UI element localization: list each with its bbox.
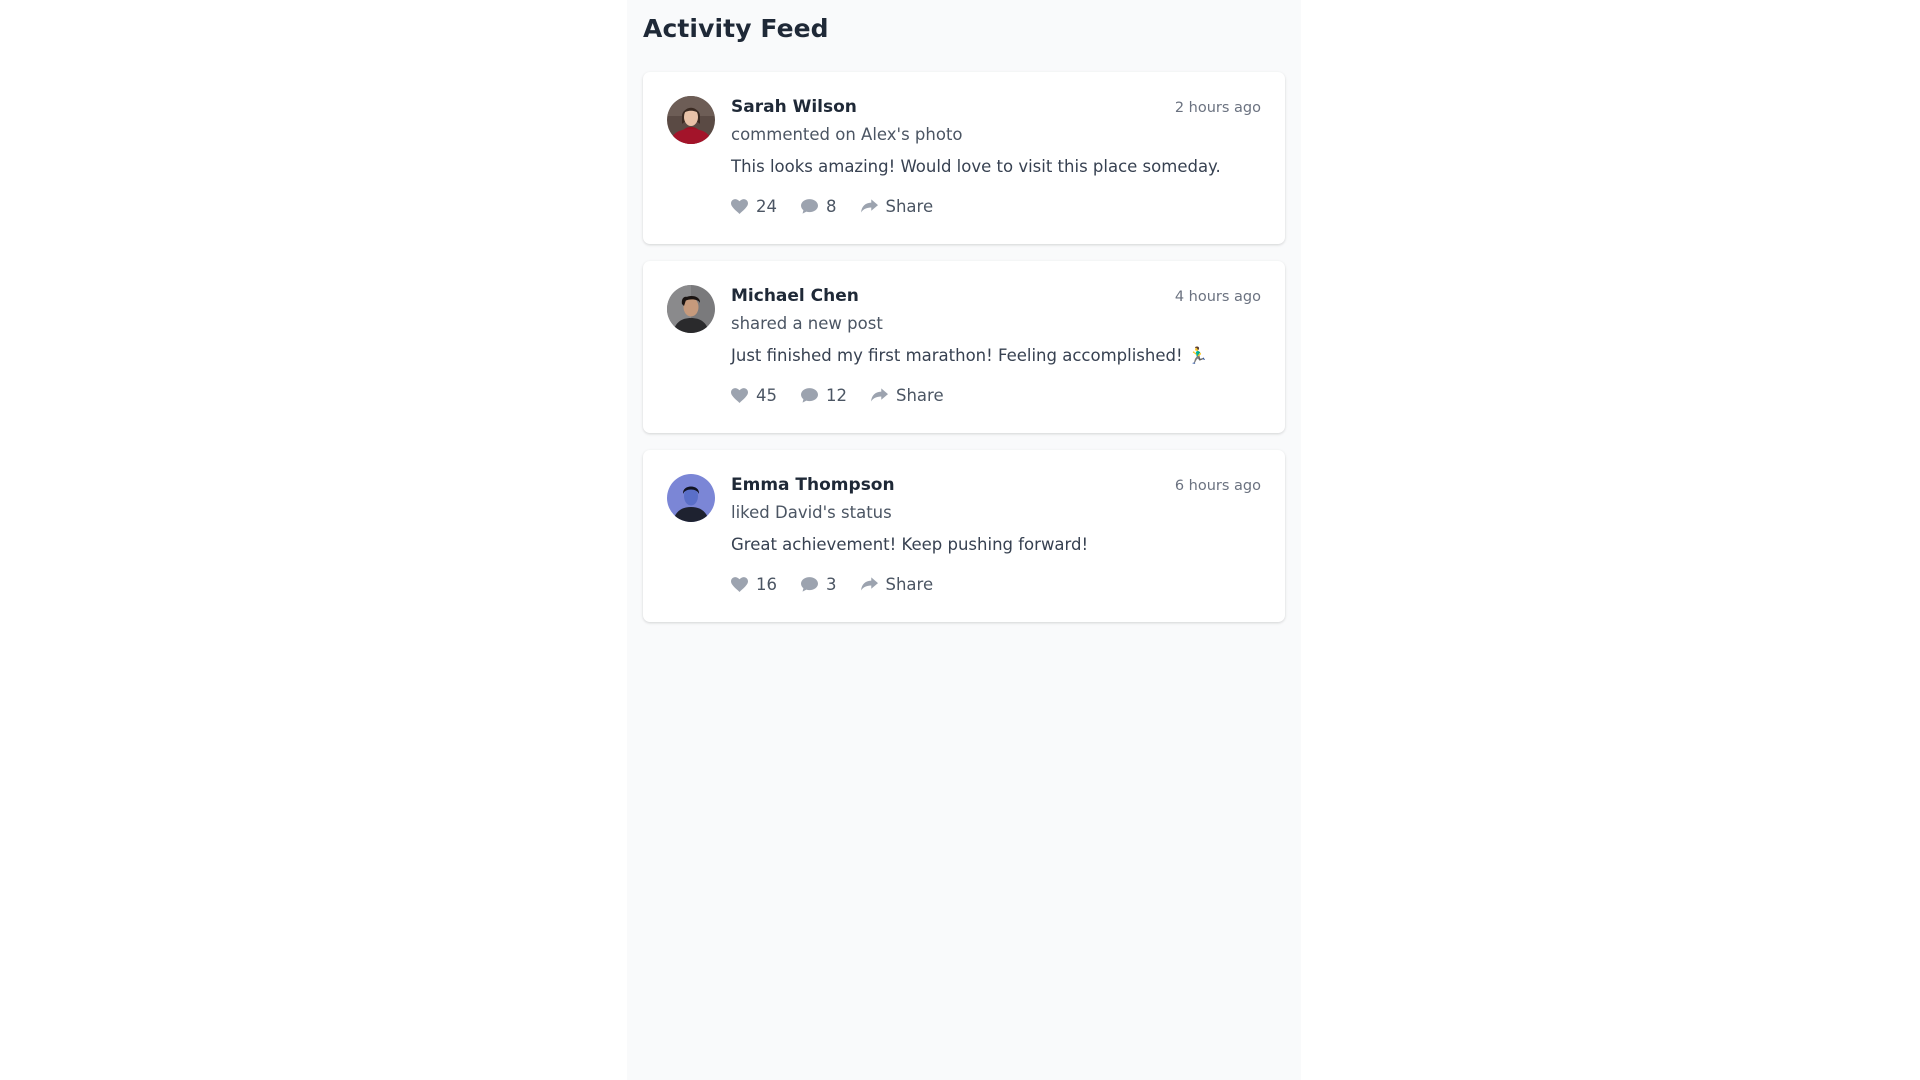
- like-count: 24: [756, 197, 777, 216]
- comment-count: 3: [826, 575, 837, 594]
- activity-card: Emma Thompson 6 hours ago liked David's …: [643, 450, 1285, 622]
- heart-icon: [731, 577, 748, 592]
- like-count: 45: [756, 386, 777, 405]
- comment-icon: [801, 577, 818, 592]
- user-name[interactable]: Michael Chen: [731, 286, 859, 306]
- activity-description: liked David's status: [731, 503, 892, 522]
- feed-column: Activity Feed Sarah Wilson 2 hours ago c…: [627, 0, 1301, 1080]
- share-icon: [860, 199, 878, 213]
- heart-icon: [731, 388, 748, 403]
- avatar[interactable]: [667, 96, 715, 144]
- share-button[interactable]: Share: [871, 386, 944, 405]
- heart-icon: [731, 199, 748, 214]
- comment-count: 12: [826, 386, 847, 405]
- page-title: Activity Feed: [643, 14, 829, 43]
- user-name[interactable]: Emma Thompson: [731, 475, 895, 495]
- comment-count: 8: [826, 197, 837, 216]
- post-actions: 16 3 Share: [731, 575, 933, 594]
- share-icon: [871, 388, 888, 402]
- like-button[interactable]: 16: [731, 575, 777, 594]
- comment-button[interactable]: 3: [801, 575, 837, 594]
- timestamp: 6 hours ago: [1174, 478, 1261, 494]
- post-content: This looks amazing! Would love to visit …: [731, 157, 1221, 176]
- share-label: Share: [896, 386, 944, 405]
- post-content: Just finished my first marathon! Feeling…: [731, 346, 1209, 365]
- like-button[interactable]: 24: [731, 197, 777, 216]
- comment-icon: [801, 199, 818, 214]
- user-name[interactable]: Sarah Wilson: [731, 97, 857, 117]
- share-label: Share: [885, 197, 934, 216]
- activity-card: Michael Chen 4 hours ago shared a new po…: [643, 261, 1285, 433]
- post-actions: 24 8 Share: [731, 197, 933, 216]
- comment-button[interactable]: 12: [801, 386, 847, 405]
- avatar[interactable]: [667, 285, 715, 333]
- activity-card: Sarah Wilson 2 hours ago commented on Al…: [643, 72, 1285, 244]
- activity-list: Sarah Wilson 2 hours ago commented on Al…: [643, 72, 1285, 639]
- timestamp: 2 hours ago: [1174, 100, 1261, 116]
- share-button[interactable]: Share: [860, 575, 934, 594]
- share-icon: [860, 577, 878, 591]
- like-button[interactable]: 45: [731, 386, 777, 405]
- share-label: Share: [885, 575, 934, 594]
- post-content: Great achievement! Keep pushing forward!: [731, 535, 1089, 554]
- activity-description: commented on Alex's photo: [731, 125, 963, 144]
- post-actions: 45 12 Share: [731, 386, 944, 405]
- timestamp: 4 hours ago: [1174, 289, 1261, 305]
- activity-description: shared a new post: [731, 314, 883, 333]
- like-count: 16: [756, 575, 777, 594]
- comment-button[interactable]: 8: [801, 197, 837, 216]
- share-button[interactable]: Share: [860, 197, 934, 216]
- comment-icon: [801, 388, 818, 403]
- avatar[interactable]: [667, 474, 715, 522]
